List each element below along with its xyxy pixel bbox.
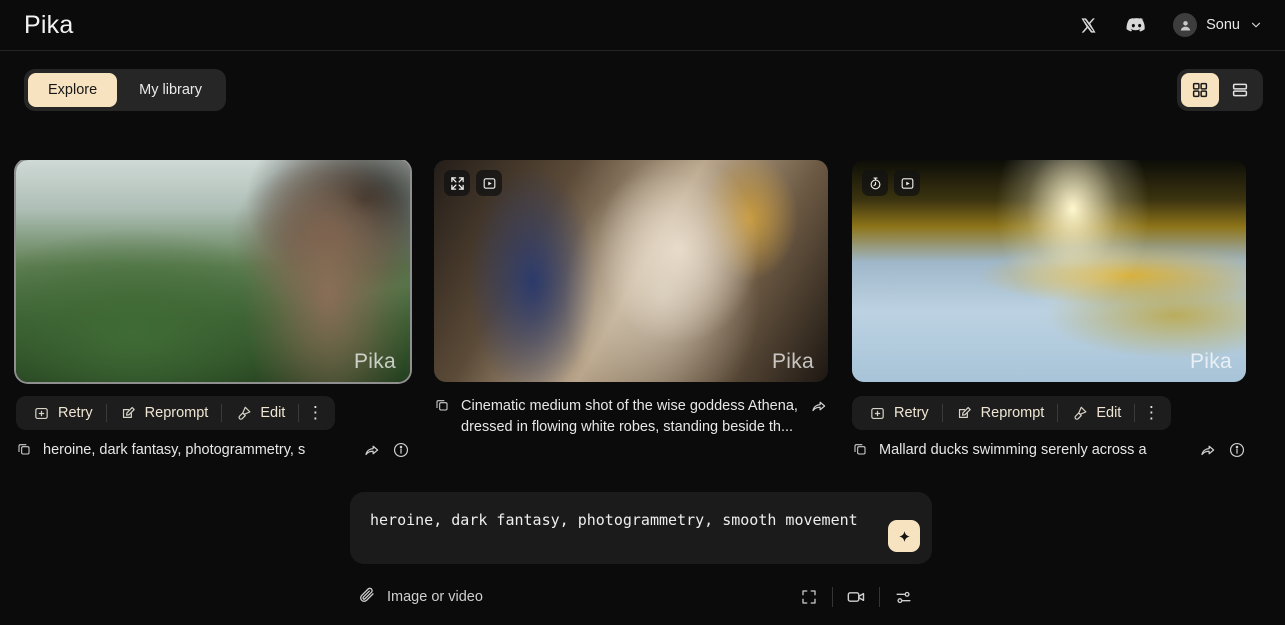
reprompt-label: Reprompt	[145, 405, 209, 421]
retry-icon	[869, 405, 886, 422]
timer-icon[interactable]	[862, 170, 888, 196]
play-video-icon[interactable]	[476, 170, 502, 196]
retry-label: Retry	[58, 405, 93, 421]
tab-row: Explore My library	[0, 51, 1285, 111]
edit-button[interactable]: Edit	[1058, 396, 1134, 430]
reprompt-button[interactable]: Reprompt	[107, 396, 222, 430]
info-icon[interactable]	[1228, 441, 1246, 466]
play-video-icon[interactable]	[894, 170, 920, 196]
more-options-icon[interactable]: ⋮	[1135, 396, 1167, 430]
share-icon[interactable]	[1199, 441, 1217, 466]
card-caption: Mallard ducks swimming serenly across a	[852, 440, 1246, 466]
thumbnail-overlay	[444, 170, 502, 196]
prompt-box[interactable]: heroine, dark fantasy, photogrammetry, s…	[350, 492, 932, 564]
pika-app: Pika Sonu	[0, 0, 1285, 625]
edit-label: Edit	[1096, 405, 1121, 421]
retry-button[interactable]: Retry	[20, 396, 106, 430]
card-action-bar: Retry Reprompt	[16, 396, 335, 430]
aspect-ratio-icon[interactable]	[786, 582, 832, 612]
tab-explore[interactable]: Explore	[28, 73, 117, 107]
reprompt-button[interactable]: Reprompt	[943, 396, 1058, 430]
reprompt-icon	[956, 405, 973, 422]
video-card[interactable]: Pika Retry	[16, 160, 410, 470]
settings-sliders-icon[interactable]	[880, 582, 926, 612]
paperclip-icon	[358, 586, 376, 608]
top-bar: Pika Sonu	[0, 0, 1285, 51]
video-card[interactable]: Pika Cinematic medium shot of the wise g…	[434, 160, 828, 470]
retry-icon	[33, 405, 50, 422]
retry-label: Retry	[894, 405, 929, 421]
caption-text: Mallard ducks swimming serenly across a	[879, 440, 1188, 461]
user-menu[interactable]: Sonu	[1173, 13, 1263, 37]
video-thumbnail[interactable]: Pika	[16, 160, 410, 382]
grid-view-icon[interactable]	[1181, 73, 1219, 107]
reprompt-icon	[120, 405, 137, 422]
prompt-input[interactable]: heroine, dark fantasy, photogrammetry, s…	[370, 510, 868, 530]
discord-icon[interactable]	[1125, 14, 1147, 36]
attach-label: Image or video	[387, 589, 483, 605]
view-tabs: Explore My library	[24, 69, 226, 111]
x-twitter-icon[interactable]	[1077, 14, 1099, 36]
brand-logo[interactable]: Pika	[24, 11, 73, 40]
top-bar-right: Sonu	[1077, 13, 1263, 37]
retry-button[interactable]: Retry	[856, 396, 942, 430]
caption-text: heroine, dark fantasy, photogrammetry, s	[43, 440, 352, 461]
copy-icon[interactable]	[434, 397, 450, 420]
video-grid: Pika Retry	[0, 160, 1285, 470]
caption-text: Cinematic medium shot of the wise goddes…	[461, 396, 799, 438]
video-thumbnail[interactable]: Pika	[852, 160, 1246, 382]
thumbnail-overlay	[862, 170, 920, 196]
video-thumbnail[interactable]: Pika	[434, 160, 828, 382]
more-options-icon[interactable]: ⋮	[299, 396, 331, 430]
copy-icon[interactable]	[16, 441, 32, 464]
tab-my-library[interactable]: My library	[119, 73, 222, 107]
prompt-composer: heroine, dark fantasy, photogrammetry, s…	[350, 492, 932, 612]
share-icon[interactable]	[810, 397, 828, 422]
card-caption: Cinematic medium shot of the wise goddes…	[434, 396, 828, 438]
composer-toolbar: Image or video	[350, 582, 932, 612]
brush-icon	[235, 405, 252, 422]
card-caption: heroine, dark fantasy, photogrammetry, s	[16, 440, 410, 466]
copy-icon[interactable]	[852, 441, 868, 464]
edit-button[interactable]: Edit	[222, 396, 298, 430]
share-icon[interactable]	[363, 441, 381, 466]
chevron-down-icon[interactable]	[1249, 18, 1263, 32]
list-view-icon[interactable]	[1221, 73, 1259, 107]
video-camera-icon[interactable]	[833, 582, 879, 612]
reprompt-label: Reprompt	[981, 405, 1045, 421]
composer-tools	[786, 582, 926, 612]
avatar	[1173, 13, 1197, 37]
expand-icon[interactable]	[444, 170, 470, 196]
generate-button[interactable]	[888, 520, 920, 552]
user-name: Sonu	[1206, 17, 1240, 33]
card-action-bar: Retry Reprompt	[852, 396, 1171, 430]
video-card[interactable]: Pika Retry	[852, 160, 1246, 470]
edit-label: Edit	[260, 405, 285, 421]
attach-media-button[interactable]: Image or video	[358, 586, 483, 608]
info-icon[interactable]	[392, 441, 410, 466]
brush-icon	[1071, 405, 1088, 422]
thumbnail-art	[16, 160, 410, 382]
layout-toggle	[1177, 69, 1263, 111]
